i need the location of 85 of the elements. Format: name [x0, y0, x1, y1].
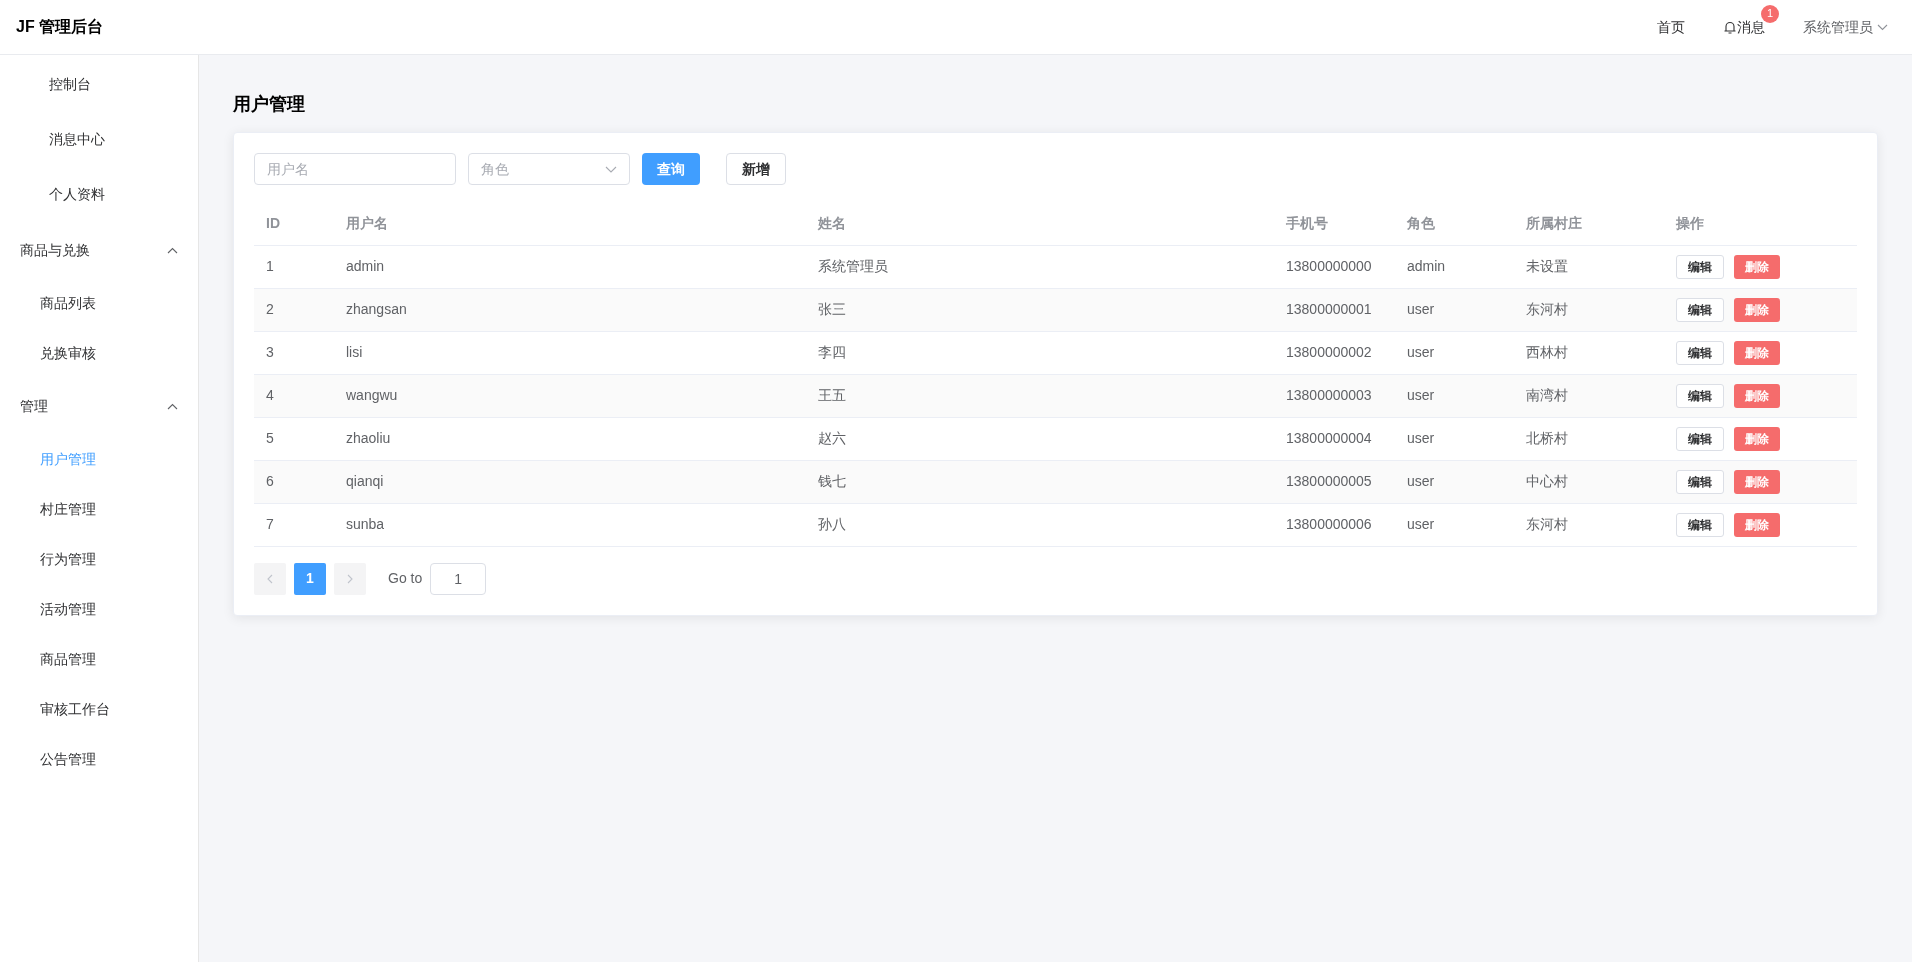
table-cell: user	[1395, 503, 1514, 546]
table-cell: 南湾村	[1514, 374, 1664, 417]
table-cell: 张三	[806, 288, 1274, 331]
sidebar-item[interactable]: 行为管理	[0, 534, 198, 584]
chevron-up-icon	[167, 246, 178, 254]
sidebar-item[interactable]: 审核工作台	[0, 684, 198, 734]
table-cell: 东河村	[1514, 288, 1664, 331]
table-cell: zhaoliu	[334, 417, 806, 460]
table-cell: 4	[254, 374, 334, 417]
sidebar-item[interactable]: 村庄管理	[0, 484, 198, 534]
sidebar-group[interactable]: 管理	[0, 378, 198, 434]
chevron-left-icon	[267, 573, 273, 584]
table-cell: 西林村	[1514, 331, 1664, 374]
table-cell: 北桥村	[1514, 417, 1664, 460]
sidebar-group[interactable]: 商品与兑换	[0, 222, 198, 278]
edit-button[interactable]: 编辑	[1676, 383, 1724, 408]
sidebar-item[interactable]: 消息中心	[0, 112, 198, 167]
user-menu[interactable]: 系统管理员	[1803, 16, 1888, 38]
table-cell: 5	[254, 417, 334, 460]
table-cell: 东河村	[1514, 503, 1664, 546]
table-cell: 13800000005	[1274, 460, 1395, 503]
column-header: 用户名	[334, 203, 806, 245]
table-cell: user	[1395, 288, 1514, 331]
table-cell: 王五	[806, 374, 1274, 417]
sidebar-item[interactable]: 公告管理	[0, 734, 198, 784]
table-cell: 3	[254, 331, 334, 374]
table-cell: 13800000002	[1274, 331, 1395, 374]
table-cell: wangwu	[334, 374, 806, 417]
table-cell: 2	[254, 288, 334, 331]
edit-button[interactable]: 编辑	[1676, 340, 1724, 365]
column-header: ID	[254, 203, 334, 245]
table-cell: 6	[254, 460, 334, 503]
table-cell: 13800000006	[1274, 503, 1395, 546]
column-header: 手机号	[1274, 203, 1395, 245]
page-title: 用户管理	[233, 93, 306, 116]
chevron-up-icon	[167, 402, 178, 410]
page-jump-field[interactable]: 1	[430, 562, 487, 595]
table-cell: lisi	[334, 331, 806, 374]
table-cell: 钱七	[806, 460, 1274, 503]
sidebar-item[interactable]: 商品列表	[0, 278, 198, 328]
chevron-right-icon	[347, 573, 353, 584]
table-cell: admin	[334, 245, 806, 288]
table-cell: 赵六	[806, 417, 1274, 460]
chevron-down-icon	[605, 165, 617, 173]
table-cell: 1	[254, 245, 334, 288]
table-cell: 13800000001	[1274, 288, 1395, 331]
table-cell: admin	[1395, 245, 1514, 288]
edit-button[interactable]: 编辑	[1676, 426, 1724, 451]
column-header: 所属村庄	[1514, 203, 1664, 245]
table-cell: 系统管理员	[806, 245, 1274, 288]
edit-button[interactable]: 编辑	[1676, 469, 1724, 494]
column-header: 姓名	[806, 203, 1274, 245]
home-link[interactable]: 首页	[1657, 16, 1685, 38]
table-cell: user	[1395, 374, 1514, 417]
notification-badge: 1	[1761, 4, 1779, 23]
table-cell: sunba	[334, 503, 806, 546]
edit-button[interactable]: 编辑	[1676, 297, 1724, 322]
sidebar-item[interactable]: 商品管理	[0, 634, 198, 684]
bell-icon	[1723, 19, 1737, 35]
add-button[interactable]: 新增	[726, 153, 786, 185]
edit-button[interactable]: 编辑	[1676, 254, 1724, 279]
table-cell: 中心村	[1514, 460, 1664, 503]
table-cell: 13800000004	[1274, 417, 1395, 460]
table-cell: 13800000003	[1274, 374, 1395, 417]
table-cell: user	[1395, 417, 1514, 460]
table-cell: 李四	[806, 331, 1274, 374]
table-cell: user	[1395, 331, 1514, 374]
sidebar-item[interactable]: 个人资料	[0, 167, 198, 222]
table-cell: 13800000000	[1274, 245, 1395, 288]
table-cell: 未设置	[1514, 245, 1664, 288]
edit-button[interactable]: 编辑	[1676, 512, 1724, 537]
sidebar-item[interactable]: 控制台	[0, 57, 198, 112]
chevron-down-icon	[1877, 23, 1888, 31]
table-cell: qianqi	[334, 460, 806, 503]
table-cell: user	[1395, 460, 1514, 503]
table-cell: 孙八	[806, 503, 1274, 546]
column-header: 操作	[1664, 203, 1857, 245]
table-cell: 7	[254, 503, 334, 546]
table-cell: zhangsan	[334, 288, 806, 331]
column-header: 角色	[1395, 203, 1514, 245]
username-field[interactable]: 用户名	[254, 153, 456, 185]
app-logo: JF 管理后台	[16, 17, 104, 37]
goto-label: Go to	[388, 569, 423, 588]
sidebar-item[interactable]: 活动管理	[0, 584, 198, 634]
sidebar-item[interactable]: 兑换审核	[0, 328, 198, 378]
